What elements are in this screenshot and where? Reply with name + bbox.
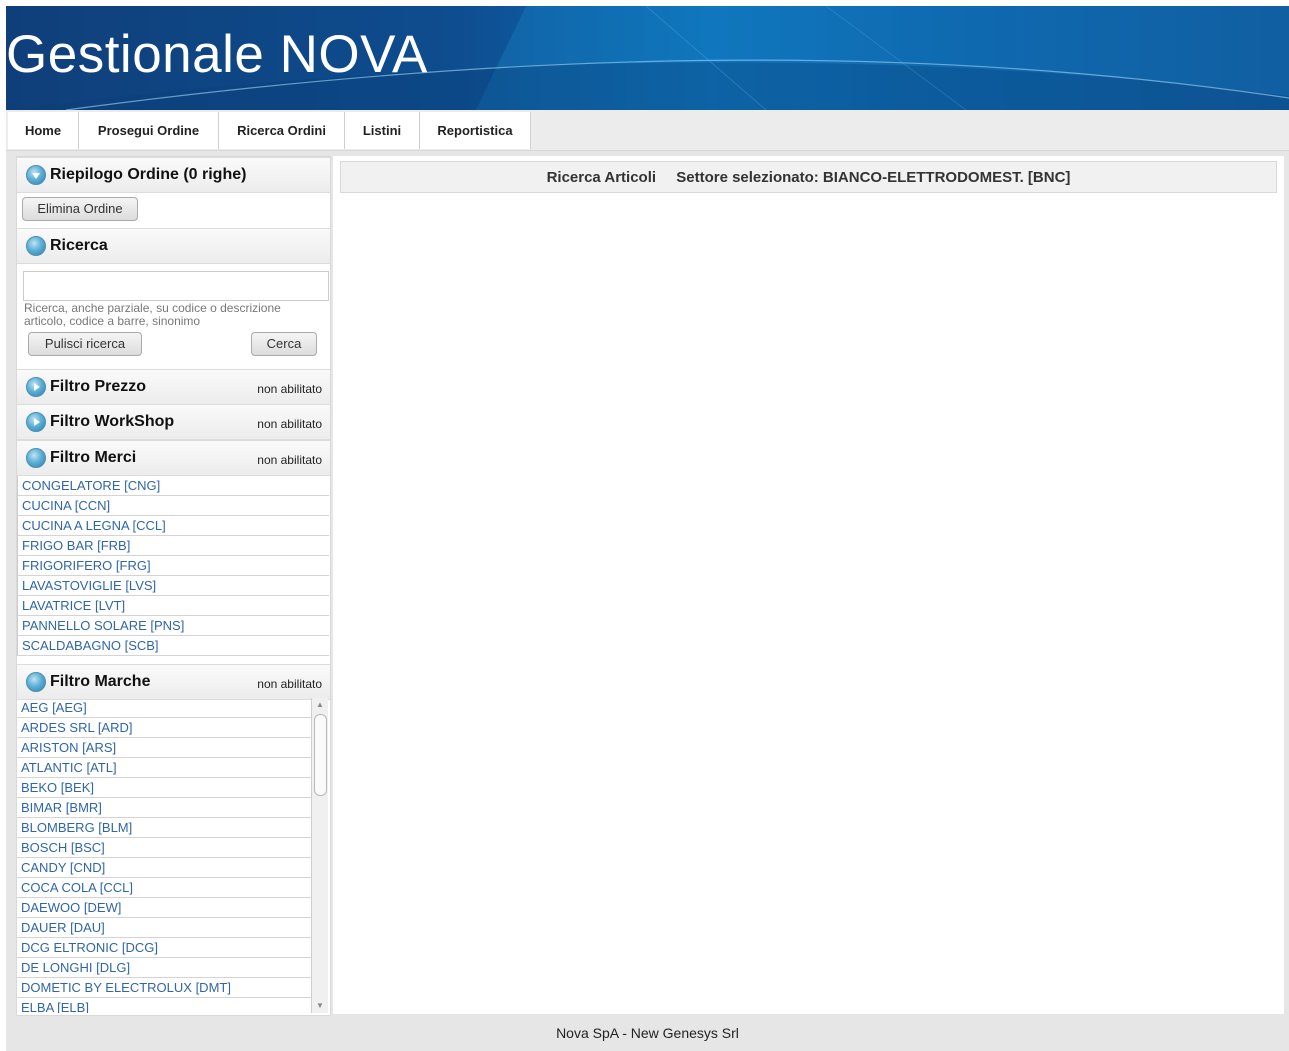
summary-header[interactable]: Riepilogo Ordine (0 righe) (17, 157, 330, 193)
brands-list[interactable]: AEG [AEG] ARDES SRL [ARD] ARISTON [ARS] … (17, 698, 328, 1013)
header-banner: Gestionale NOVA (6, 6, 1289, 110)
goods-item[interactable]: PANNELLO SOLARE [PNS] (18, 616, 329, 636)
goods-item[interactable]: FRIGORIFERO [FRG] (18, 556, 329, 576)
brand-item[interactable]: ARDES SRL [ARD] (17, 718, 311, 738)
brand-item[interactable]: BEKO [BEK] (17, 778, 311, 798)
brand-item[interactable]: DAEWOO [DEW] (17, 898, 311, 918)
brand-item[interactable]: DCG ELTRONIC [DCG] (17, 938, 311, 958)
goods-filter-status: non abilitato (257, 453, 322, 467)
price-filter-status: non abilitato (257, 382, 322, 396)
brand-item[interactable]: DAUER [DAU] (17, 918, 311, 938)
main-nav: Home Prosegui Ordine Ricerca Ordini List… (6, 110, 1289, 151)
goods-filter-header[interactable]: Filtro Merci non abilitato (17, 440, 330, 476)
workshop-filter-status: non abilitato (257, 417, 322, 431)
scrollbar-thumb[interactable] (314, 714, 327, 796)
brand-item[interactable]: DE LONGHI [DLG] (17, 958, 311, 978)
nav-listini[interactable]: Listini (345, 112, 420, 149)
summary-title: Riepilogo Ordine (0 righe) (50, 166, 247, 183)
scroll-down-icon[interactable]: ▼ (315, 1001, 325, 1011)
goods-item[interactable]: SCALDABAGNO [SCB] (18, 636, 329, 656)
price-filter-title: Filtro Prezzo (50, 378, 147, 395)
goods-item[interactable]: CUCINA A LEGNA [CCL] (18, 516, 329, 536)
goods-list: CONGELATORE [CNG] CUCINA [CCN] CUCINA A … (17, 476, 329, 656)
app-title: Gestionale NOVA (6, 25, 428, 84)
delete-order-button[interactable]: Elimina Ordine (22, 197, 138, 221)
results-heading: Ricerca Articoli (546, 169, 657, 186)
goods-filter-title: Filtro Merci (50, 449, 137, 466)
brand-item[interactable]: AEG [AEG] (17, 698, 311, 718)
brand-item[interactable]: BLOMBERG [BLM] (17, 818, 311, 838)
brand-item[interactable]: ARISTON [ARS] (17, 738, 311, 758)
brands-filter-status: non abilitato (257, 677, 322, 691)
main-content: Ricerca Articoli Settore selezionato: BI… (333, 156, 1284, 1014)
nav-prosegui-ordine[interactable]: Prosegui Ordine (79, 112, 219, 149)
app-frame: Gestionale NOVA Home Prosegui Ordine Ric… (6, 6, 1289, 1051)
brand-item[interactable]: COCA COLA [CCL] (17, 878, 311, 898)
search-button[interactable]: Cerca (251, 332, 317, 356)
search-hint: Ricerca, anche parziale, su codice o des… (24, 301, 281, 328)
brands-filter-title: Filtro Marche (50, 673, 151, 690)
goods-item[interactable]: LAVATRICE [LVT] (18, 596, 329, 616)
brands-filter-header[interactable]: Filtro Marche non abilitato (17, 664, 330, 700)
footer-text: Nova SpA - New Genesys Srl (556, 1025, 739, 1041)
results-header: Ricerca Articoli Settore selezionato: BI… (340, 161, 1277, 193)
clear-search-button[interactable]: Pulisci ricerca (28, 332, 142, 356)
goods-item[interactable]: FRIGO BAR [FRB] (18, 536, 329, 556)
brand-item[interactable]: BOSCH [BSC] (17, 838, 311, 858)
expand-icon (26, 377, 46, 397)
goods-item[interactable]: CUCINA [CCN] (18, 496, 329, 516)
brand-item[interactable]: CANDY [CND] (17, 858, 311, 878)
expand-icon (26, 412, 46, 432)
search-title: Ricerca (50, 237, 108, 254)
nav-ricerca-ordini[interactable]: Ricerca Ordini (219, 112, 345, 149)
goods-item[interactable]: LAVASTOVIGLIE [LVS] (18, 576, 329, 596)
brand-item[interactable]: BIMAR [BMR] (17, 798, 311, 818)
search-input[interactable] (23, 271, 329, 301)
brand-item[interactable]: ATLANTIC [ATL] (17, 758, 311, 778)
status-orb-icon (26, 236, 46, 256)
brand-item[interactable]: ELBA [ELB] (17, 998, 311, 1013)
search-header[interactable]: Ricerca (17, 228, 330, 264)
goods-item[interactable]: CONGELATORE [CNG] (18, 476, 329, 496)
nav-home[interactable]: Home (8, 112, 79, 149)
nav-reportistica[interactable]: Reportistica (420, 112, 531, 149)
workshop-filter-header[interactable]: Filtro WorkShop non abilitato (17, 404, 330, 440)
brands-scrollbar[interactable]: ▲ ▼ (311, 698, 328, 1013)
price-filter-header[interactable]: Filtro Prezzo non abilitato (17, 369, 330, 405)
collapse-icon (26, 165, 46, 185)
workshop-filter-title: Filtro WorkShop (50, 413, 175, 430)
status-orb-icon (26, 672, 46, 692)
sidebar: Riepilogo Ordine (0 righe) Elimina Ordin… (16, 156, 331, 1016)
selected-sector: Settore selezionato: BIANCO-ELETTRODOMES… (676, 169, 1071, 186)
scroll-up-icon[interactable]: ▲ (315, 700, 325, 710)
brand-item[interactable]: DOMETIC BY ELECTROLUX [DMT] (17, 978, 311, 998)
status-orb-icon (26, 448, 46, 468)
